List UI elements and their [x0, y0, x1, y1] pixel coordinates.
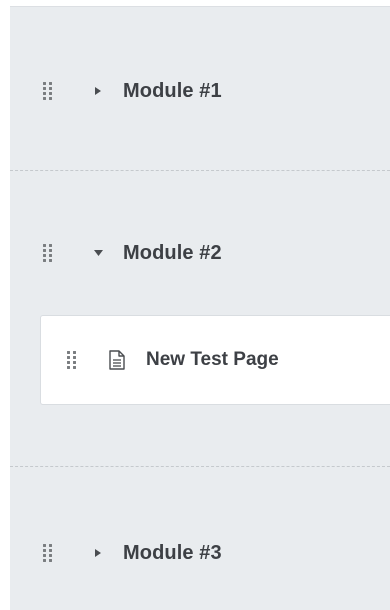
- drag-handle-icon[interactable]: [43, 542, 53, 564]
- page-title[interactable]: New Test Page: [146, 349, 279, 371]
- module-title[interactable]: Module #2: [123, 242, 222, 265]
- page-item-row[interactable]: New Test Page: [0, 345, 390, 375]
- caret-down-icon[interactable]: [93, 248, 103, 258]
- module-row-2[interactable]: Module #2: [0, 238, 380, 268]
- module-row-3[interactable]: Module #3: [0, 538, 380, 568]
- module-row-1[interactable]: Module #1: [0, 76, 380, 106]
- module-divider: [10, 170, 390, 171]
- drag-handle-icon[interactable]: [43, 242, 53, 264]
- module-title[interactable]: Module #1: [123, 80, 222, 103]
- module-title[interactable]: Module #3: [123, 542, 222, 565]
- module-divider: [10, 466, 390, 467]
- document-icon: [108, 350, 126, 370]
- drag-handle-icon[interactable]: [43, 80, 53, 102]
- caret-right-icon[interactable]: [93, 548, 103, 558]
- drag-handle-icon[interactable]: [67, 349, 77, 371]
- caret-right-icon[interactable]: [93, 86, 103, 96]
